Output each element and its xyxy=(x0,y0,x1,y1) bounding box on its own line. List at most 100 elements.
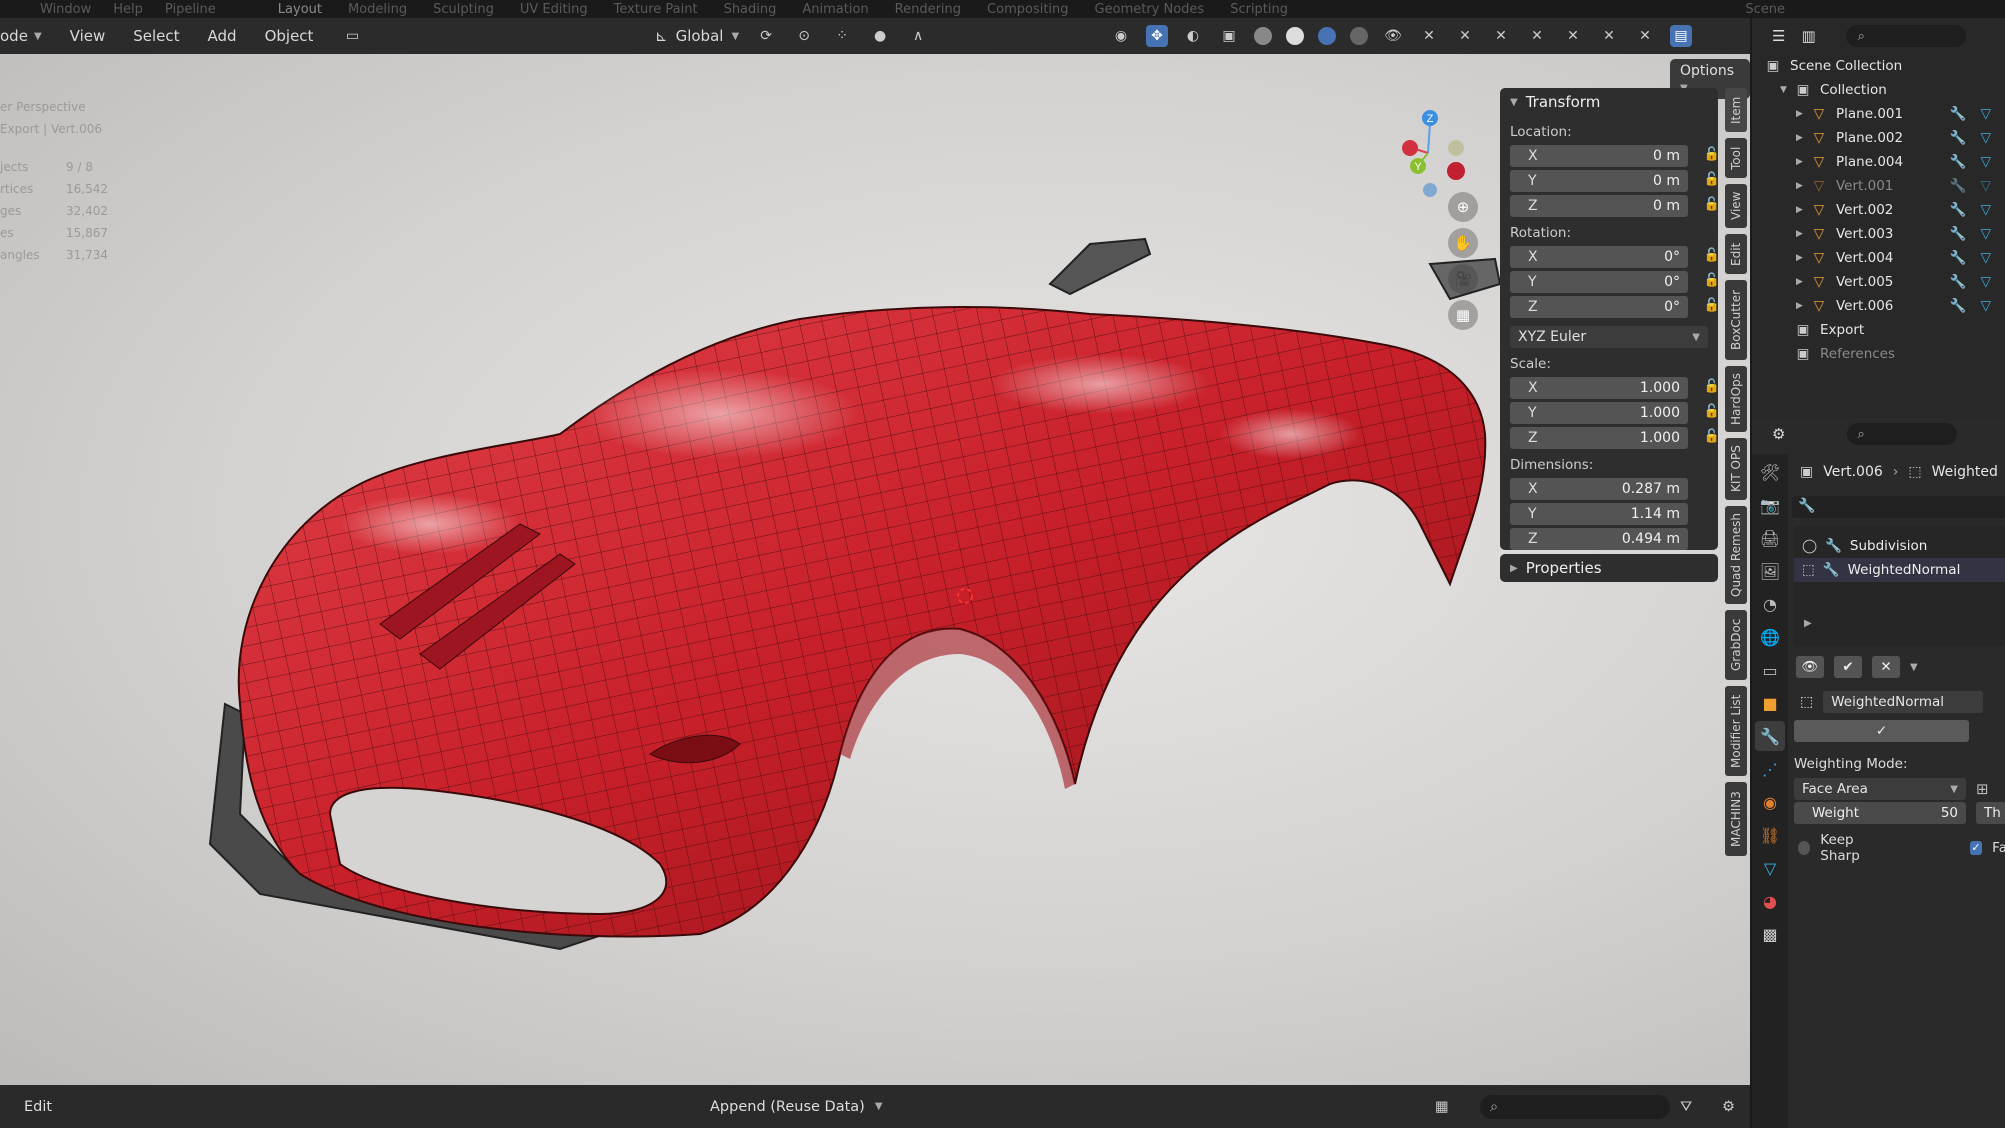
transform-header[interactable]: ▼ Transform xyxy=(1500,88,1718,116)
menu-view[interactable]: View xyxy=(70,27,106,45)
texture-tab-icon[interactable]: ▩ xyxy=(1755,919,1785,949)
add-modifier-bar[interactable]: 🔧 xyxy=(1792,496,2005,518)
outliner-references-collection[interactable]: ▣ References xyxy=(1752,342,2005,366)
location-x-field[interactable]: X 0 m 🔓 xyxy=(1510,145,1720,167)
location-y-field[interactable]: Y 0 m 🔓 xyxy=(1510,170,1720,192)
mesh-data-icon[interactable]: ▽ xyxy=(1981,298,1991,314)
falloff-icon[interactable]: ∧ xyxy=(907,25,929,47)
mesh-data-icon[interactable]: ▽ xyxy=(1981,226,1991,242)
tab-machin3[interactable]: MACHIN3 xyxy=(1725,782,1747,856)
eye-icon[interactable]: 👁 xyxy=(1382,25,1404,47)
lock-icon[interactable]: 🔓 xyxy=(1704,298,1720,313)
data-tab-icon[interactable]: ▽ xyxy=(1755,853,1785,883)
render-tab-icon[interactable]: 📷 xyxy=(1755,490,1785,520)
axis-gizmo[interactable]: Z Y xyxy=(1388,98,1468,198)
wrench-icon[interactable]: 🔧 xyxy=(1950,130,1967,146)
import-method-dropdown[interactable]: Append (Reuse Data) ▼ xyxy=(700,1094,893,1119)
mesh-data-icon[interactable]: ▽ xyxy=(1981,130,1991,146)
menu-add[interactable]: Add xyxy=(208,27,237,45)
close-icon[interactable]: ✕ xyxy=(1490,25,1512,47)
mesh-data-icon[interactable]: ▽ xyxy=(1981,178,1991,194)
weighting-mode-dropdown[interactable]: Face Area ▼ xyxy=(1794,778,1966,800)
mesh-data-icon[interactable]: ▽ xyxy=(1981,202,1991,218)
object-tab-icon[interactable]: ■ xyxy=(1755,688,1785,718)
wireframe-shading-icon[interactable] xyxy=(1254,27,1272,45)
menu-edit[interactable]: Edit xyxy=(0,1099,52,1115)
lock-icon[interactable]: 🔓 xyxy=(1704,248,1720,263)
keep-sharp-checkbox[interactable] xyxy=(1798,841,1811,855)
outliner-object-row[interactable]: ▶ ▽ Vert.001 🔧 ▽ xyxy=(1752,174,2005,198)
tab-texture-paint[interactable]: Texture Paint xyxy=(614,2,698,17)
outliner-collection[interactable]: ▼ ▣ Collection xyxy=(1752,78,2005,102)
outliner-object-row[interactable]: ▶ ▽ Plane.004 🔧 ▽ xyxy=(1752,150,2005,174)
tab-uv-editing[interactable]: UV Editing xyxy=(520,2,588,17)
modifier-enable-toggle[interactable]: ✓ xyxy=(1794,720,1969,742)
menu-select[interactable]: Select xyxy=(133,27,179,45)
filter-icon[interactable]: ⛛ xyxy=(1680,1099,1692,1115)
expand-icon[interactable]: ▶ xyxy=(1796,133,1810,143)
scale-y-field[interactable]: Y 1.000 🔓 xyxy=(1510,402,1720,424)
tab-boxcutter[interactable]: BoxCutter xyxy=(1725,280,1747,360)
tab-tool[interactable]: Tool xyxy=(1725,138,1747,178)
navigation-gizmo[interactable]: Z Y xyxy=(1388,98,1468,198)
mode-dropdown[interactable]: ode ▼ xyxy=(0,27,42,45)
pan-hand-icon[interactable]: ✋ xyxy=(1448,228,1478,258)
tab-grabdoc[interactable]: GrabDoc xyxy=(1725,610,1747,680)
outliner-object-row[interactable]: ▶ ▽ Plane.002 🔧 ▽ xyxy=(1752,126,2005,150)
menu-window[interactable]: Window xyxy=(40,2,91,17)
close-icon[interactable]: ✕ xyxy=(1418,25,1440,47)
expand-icon[interactable]: ▶ xyxy=(1796,157,1810,167)
outliner-export-collection[interactable]: ▣ Export xyxy=(1752,318,2005,342)
outliner-object-row[interactable]: ▶ ▽ Plane.001 🔧 ▽ xyxy=(1752,102,2005,126)
expand-icon[interactable]: ▶ xyxy=(1796,205,1810,215)
editor-type-icon[interactable]: ▤ xyxy=(1670,25,1692,47)
close-icon[interactable]: ✕ xyxy=(1526,25,1548,47)
tab-modeling[interactable]: Modeling xyxy=(348,2,407,17)
display-mode-icon[interactable]: ▦ xyxy=(1435,1099,1449,1115)
chevron-down-icon[interactable]: ▼ xyxy=(1910,662,1918,673)
outliner-scene-collection[interactable]: ▣ Scene Collection xyxy=(1752,54,2005,78)
lock-icon[interactable]: 🔓 xyxy=(1704,273,1720,288)
mesh-data-icon[interactable]: ▽ xyxy=(1981,106,1991,122)
outliner-search-input[interactable]: ⌕ xyxy=(1845,25,1966,47)
material-shading-icon[interactable] xyxy=(1318,27,1336,45)
play-icon[interactable]: ▶ xyxy=(1804,618,2005,629)
grid-icon[interactable]: ⊞ xyxy=(1976,780,1989,798)
modifier-row[interactable]: ◯ 🔧 Subdivision xyxy=(1794,534,2005,558)
close-icon[interactable]: ✕ xyxy=(1562,25,1584,47)
wrench-icon[interactable]: 🔧 xyxy=(1950,274,1967,290)
editor-type-icon[interactable]: ⚙ xyxy=(1772,425,1785,443)
proportional-edit-icon[interactable]: ● xyxy=(869,25,891,47)
dimensions-y-field[interactable]: Y 1.14 m xyxy=(1510,503,1688,525)
normal-edit-icon[interactable]: ⬚ xyxy=(1802,562,1815,578)
show-icon[interactable]: 👁 xyxy=(1796,656,1824,678)
wrench-icon[interactable]: 🔧 xyxy=(1950,250,1967,266)
dimensions-z-field[interactable]: Z 0.494 m xyxy=(1510,528,1688,550)
gear-icon[interactable]: ⚙ xyxy=(1722,1099,1735,1115)
rendered-shading-icon[interactable] xyxy=(1350,27,1368,45)
car-body-mesh[interactable] xyxy=(0,54,1750,1085)
tab-geometry-nodes[interactable]: Geometry Nodes xyxy=(1095,2,1205,17)
outliner-object-row[interactable]: ▶ ▽ Vert.006 🔧 ▽ xyxy=(1752,294,2005,318)
world-tab-icon[interactable]: 🌐 xyxy=(1755,622,1785,652)
threshold-field[interactable]: Th xyxy=(1976,802,2005,824)
modifier-name-field[interactable]: WeightedNormal xyxy=(1823,691,1984,713)
tab-view[interactable]: View xyxy=(1725,184,1747,228)
overlay-icon[interactable]: ◐ xyxy=(1182,25,1204,47)
tab-edit[interactable]: Edit xyxy=(1725,234,1747,274)
tab-sculpting[interactable]: Sculpting xyxy=(433,2,494,17)
physics-tab-icon[interactable]: ◉ xyxy=(1755,787,1785,817)
mesh-data-icon[interactable]: ▽ xyxy=(1981,250,1991,266)
mesh-data-icon[interactable]: ▽ xyxy=(1981,154,1991,170)
rotation-mode-dropdown[interactable]: XYZ Euler ▼ xyxy=(1510,326,1708,348)
wrench-icon[interactable]: 🔧 xyxy=(1950,298,1967,314)
rotation-x-field[interactable]: X 0° 🔓 xyxy=(1510,246,1720,268)
apply-icon[interactable]: ✔ xyxy=(1834,656,1862,678)
material-tab-icon[interactable]: ◕ xyxy=(1755,886,1785,916)
menu-pipeline[interactable]: Pipeline xyxy=(165,2,216,17)
scale-x-field[interactable]: X 1.000 🔓 xyxy=(1510,377,1720,399)
wrench-icon[interactable]: 🔧 xyxy=(1950,226,1967,242)
scene-selector[interactable]: Scene xyxy=(1745,2,1785,17)
tab-layout[interactable]: Layout xyxy=(278,2,322,17)
toggle-icon[interactable]: ◯ xyxy=(1802,538,1817,554)
